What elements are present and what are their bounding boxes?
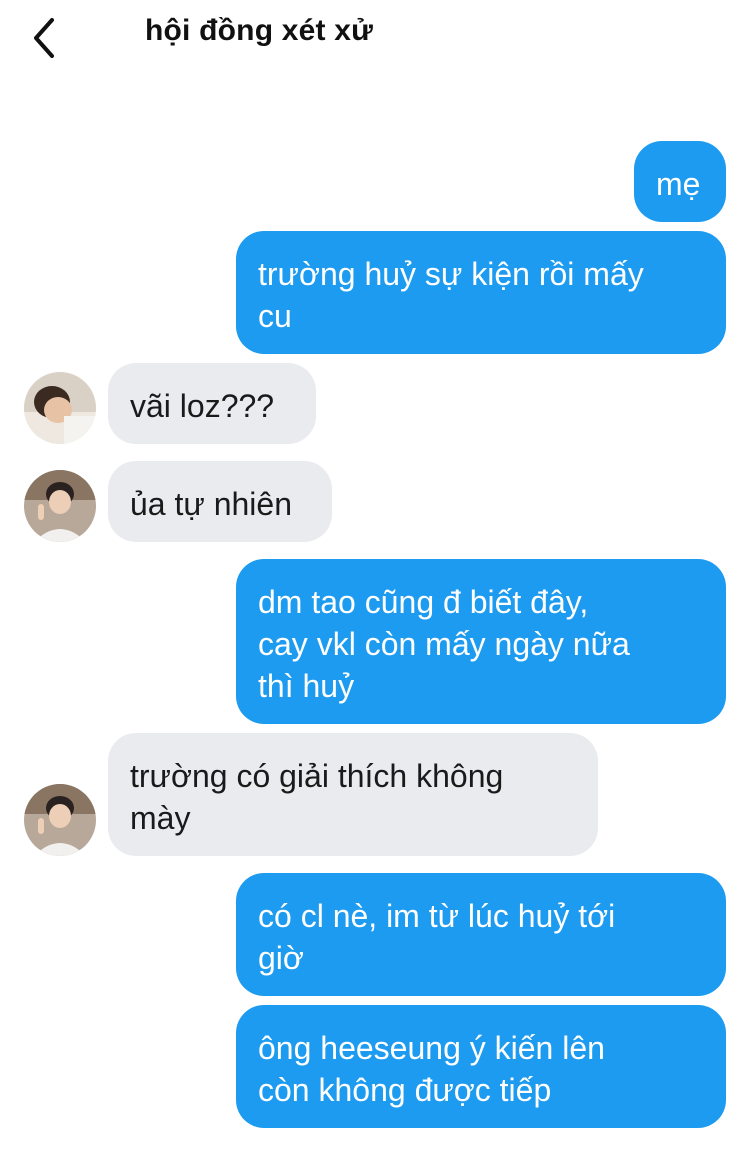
outgoing-message[interactable]: trường huỷ sự kiện rồi mấy cu (236, 231, 726, 354)
message-line: ủa tự nhiên (130, 486, 292, 522)
message-line: giờ (258, 940, 304, 976)
message-line: thì huỷ (258, 668, 355, 704)
message-line: cu (258, 298, 292, 334)
outgoing-message[interactable]: mẹ (634, 141, 726, 222)
message-line: còn không được tiếp (258, 1072, 552, 1108)
outgoing-message[interactable]: có cl nè, im từ lúc huỷ tới giờ (236, 873, 726, 996)
incoming-message[interactable]: vãi loz??? (108, 363, 316, 444)
chevron-left-icon (34, 18, 54, 58)
avatar-friend-2[interactable] (24, 784, 96, 856)
back-button[interactable] (22, 8, 72, 58)
message-line: vãi loz??? (130, 388, 275, 424)
outgoing-message[interactable]: dm tao cũng đ biết đây, cay vkl còn mấy … (236, 559, 726, 724)
chat-header: hội đồng xét xử (0, 0, 750, 70)
message-line: ông heeseung ý kiến lên (258, 1030, 605, 1066)
message-line: mẹ (656, 166, 701, 202)
conversation-title: hội đồng xét xử (145, 14, 374, 47)
incoming-message[interactable]: trường có giải thích không mày (108, 733, 598, 856)
message-line: trường có giải thích không (130, 758, 504, 794)
message-line: dm tao cũng đ biết đây, (258, 584, 589, 620)
incoming-message[interactable]: ủa tự nhiên (108, 461, 332, 542)
message-line: có cl nè, im từ lúc huỷ tới (258, 898, 616, 934)
avatar-friend-2[interactable] (24, 470, 96, 542)
message-line: mày (130, 800, 191, 836)
outgoing-message[interactable]: ông heeseung ý kiến lên còn không được t… (236, 1005, 726, 1128)
avatar-friend-1[interactable] (24, 372, 96, 444)
message-line: cay vkl còn mấy ngày nữa (258, 626, 630, 662)
message-line: trường huỷ sự kiện rồi mấy (258, 256, 644, 292)
